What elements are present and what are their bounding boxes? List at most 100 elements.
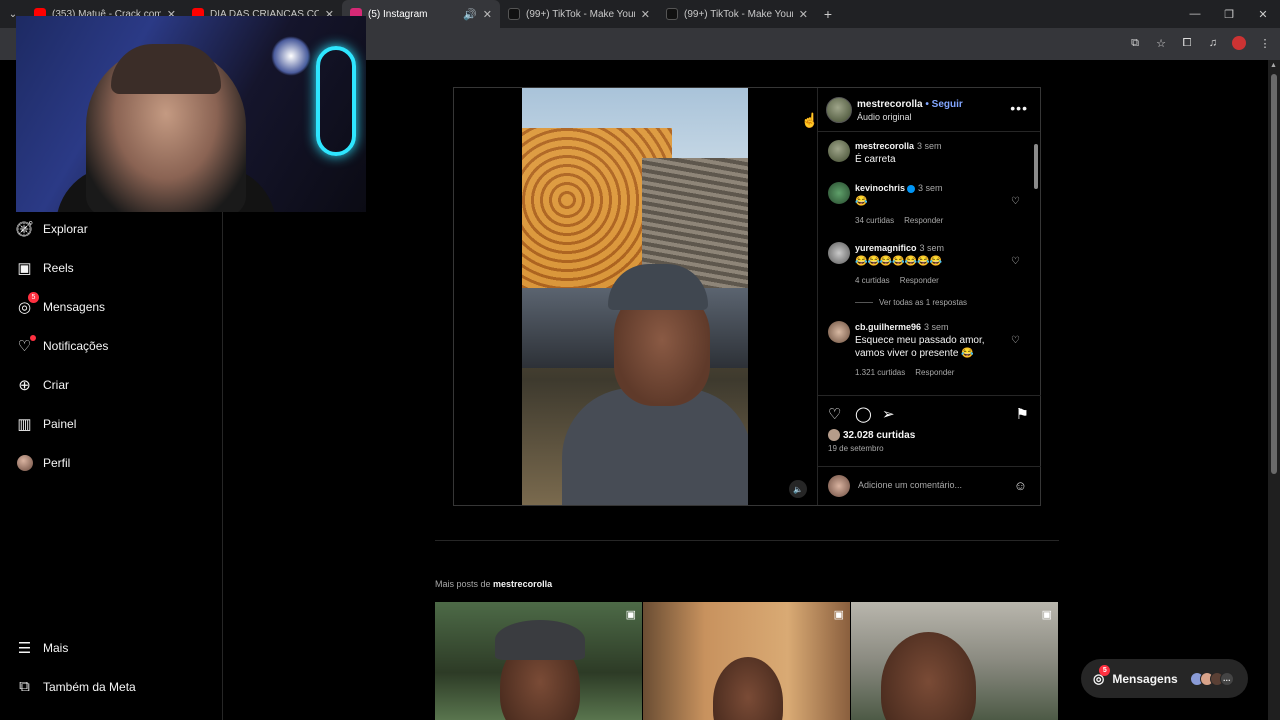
comment-input[interactable]: Adicione um comentário...: [858, 480, 962, 490]
scrollbar-thumb[interactable]: [1271, 74, 1277, 474]
sidebar-item-perfil[interactable]: Perfil: [16, 454, 70, 471]
like-comment-icon[interactable]: ♡: [1011, 196, 1020, 207]
bookmark-star-icon[interactable]: ☆: [1154, 36, 1168, 50]
streamer-hair: [111, 44, 221, 94]
sidebar-item-label: Também da Meta: [43, 679, 136, 694]
commenter-avatar[interactable]: [828, 321, 850, 343]
more-post-thumbnail[interactable]: ▣: [851, 602, 1058, 720]
reels-icon: ▣: [17, 259, 32, 277]
author-username[interactable]: mestrecorolla: [857, 99, 923, 110]
close-tab-icon[interactable]: ✕: [799, 8, 808, 21]
sidebar-item-meta[interactable]: ⧉ Também da Meta: [16, 678, 136, 695]
media-control-icon[interactable]: ♫: [1206, 36, 1220, 50]
more-options-icon[interactable]: •••: [1010, 100, 1028, 116]
messages-pill[interactable]: ◎ 5 Mensagens …: [1081, 659, 1248, 698]
reply-button[interactable]: Responder: [904, 216, 943, 225]
comment-likes[interactable]: 34 curtidas: [855, 216, 894, 225]
hand-cursor-icon: ☝: [801, 112, 819, 128]
tiktok-favicon-icon: [508, 8, 520, 20]
sidebar-item-label: Mais: [43, 640, 69, 655]
more-post-thumbnail[interactable]: ▣: [643, 602, 850, 720]
close-window-button[interactable]: ✕: [1246, 0, 1280, 28]
more-posts-heading: Mais posts de mestrecorolla: [435, 579, 552, 589]
commenter-avatar[interactable]: [828, 140, 850, 162]
like-count[interactable]: 32.028 curtidas: [828, 429, 915, 441]
more-posts-username[interactable]: mestrecorolla: [493, 579, 552, 589]
sidebar-item-mensagens[interactable]: ◎ 5 Mensagens: [16, 292, 105, 316]
avatar: [16, 454, 33, 471]
comment-text: Esquece meu passado amor, vamos viver o …: [855, 335, 985, 359]
post-actions: ♡ ◯ ➢ ⚑ 32.028 curtidas 19 de setembro: [818, 396, 1041, 466]
speaker-icon[interactable]: 🔊: [463, 8, 477, 21]
share-send-icon[interactable]: ➢: [882, 405, 895, 423]
comment-username[interactable]: cb.guilherme96: [855, 322, 921, 332]
comment-username[interactable]: kevinochris: [855, 183, 905, 193]
add-comment-bar: Adicione um comentário... ☺: [818, 466, 1041, 505]
sidebar-item-label: Notificações: [43, 338, 109, 353]
sidebar-item-notificacoes[interactable]: ♡ Notificações: [16, 335, 109, 355]
comments-scrollbar[interactable]: [1033, 134, 1039, 390]
thumb-face: [881, 632, 976, 720]
reply-button[interactable]: Responder: [915, 368, 954, 377]
webcam-overlay: [16, 16, 366, 212]
scrollbar-thumb[interactable]: [1034, 144, 1038, 189]
more-posts-prefix: Mais posts de: [435, 579, 491, 589]
audio-label[interactable]: Áudio original: [857, 112, 912, 122]
new-tab-button[interactable]: +: [816, 6, 840, 22]
messages-label: Mensagens: [1112, 671, 1178, 686]
thumb-face: [713, 657, 783, 720]
browser-menu-icon[interactable]: ⋮: [1258, 36, 1272, 50]
like-count-text: 32.028 curtidas: [843, 429, 916, 441]
like-comment-icon[interactable]: ♡: [1011, 256, 1020, 267]
more-icon: …: [1219, 671, 1234, 686]
install-app-icon[interactable]: ⧉: [1128, 36, 1142, 50]
close-tab-icon[interactable]: ✕: [483, 8, 492, 21]
close-tab-icon[interactable]: ✕: [641, 8, 650, 21]
sidebar-item-mais[interactable]: ☰ Mais: [16, 639, 69, 657]
browser-tab[interactable]: (99+) TikTok - Make Your Day ✕: [500, 0, 658, 28]
sidebar-item-explorar[interactable]: 🧭︎ Explorar: [15, 220, 88, 238]
comment-time: 3 sem: [919, 243, 945, 253]
like-comment-icon[interactable]: ♡: [1011, 335, 1020, 346]
follow-button[interactable]: Seguir: [932, 99, 963, 110]
sidebar-item-reels[interactable]: ▣ Reels: [16, 259, 73, 277]
window-controls: — ❐ ✕: [1178, 0, 1280, 28]
sidebar-item-painel[interactable]: ▥ Painel: [16, 415, 76, 433]
comment-likes[interactable]: 4 curtidas: [855, 276, 890, 285]
author-avatar[interactable]: [826, 97, 852, 123]
sidebar-item-label: Perfil: [43, 455, 71, 470]
neon-light: [316, 46, 356, 156]
emoji-icon[interactable]: ☺: [1014, 478, 1027, 493]
save-bookmark-icon[interactable]: ⚑: [1016, 405, 1029, 423]
recent-chat-avatars: …: [1189, 671, 1234, 686]
restore-button[interactable]: ❐: [1212, 0, 1246, 28]
commenter-avatar[interactable]: [828, 182, 850, 204]
commenter-avatar[interactable]: [828, 242, 850, 264]
comment-likes[interactable]: 1.321 curtidas: [855, 368, 905, 377]
view-replies-link[interactable]: Ver todas as 1 respostas: [855, 298, 967, 307]
meta-icon: ⧉: [19, 678, 30, 695]
verified-badge-icon: [907, 184, 916, 193]
toolbar-icons: ⧉ ☆ ⧠ ♫ ⋮: [1128, 36, 1272, 50]
comment-text: 😂: [855, 196, 868, 207]
comment-bubble-icon[interactable]: ◯: [855, 405, 872, 423]
caption-username[interactable]: mestrecorolla: [855, 141, 914, 151]
reply-button[interactable]: Responder: [900, 276, 939, 285]
profile-avatar[interactable]: [1232, 36, 1246, 50]
sidebar-item-criar[interactable]: ⊕ Criar: [16, 376, 69, 394]
volume-icon[interactable]: 🔈: [789, 480, 807, 498]
comment-username[interactable]: yuremagnifico: [855, 243, 917, 253]
like-heart-icon[interactable]: ♡: [828, 405, 841, 423]
extensions-icon[interactable]: ⧠: [1180, 36, 1194, 50]
my-avatar: [828, 475, 850, 497]
minimize-button[interactable]: —: [1178, 0, 1212, 28]
tiktok-favicon-icon: [666, 8, 678, 20]
page-scrollbar[interactable]: ▲: [1268, 60, 1280, 720]
dashboard-icon: ▥: [17, 415, 32, 433]
heart-icon: ♡: [16, 335, 36, 355]
more-post-thumbnail[interactable]: ▣: [435, 602, 642, 720]
comment-text: 😂😂😂😂😂😂😂: [855, 256, 943, 267]
reel-video[interactable]: [522, 88, 748, 505]
scroll-up-arrow-icon[interactable]: ▲: [1270, 62, 1277, 69]
browser-tab[interactable]: (99+) TikTok - Make Your Day ✕: [658, 0, 816, 28]
